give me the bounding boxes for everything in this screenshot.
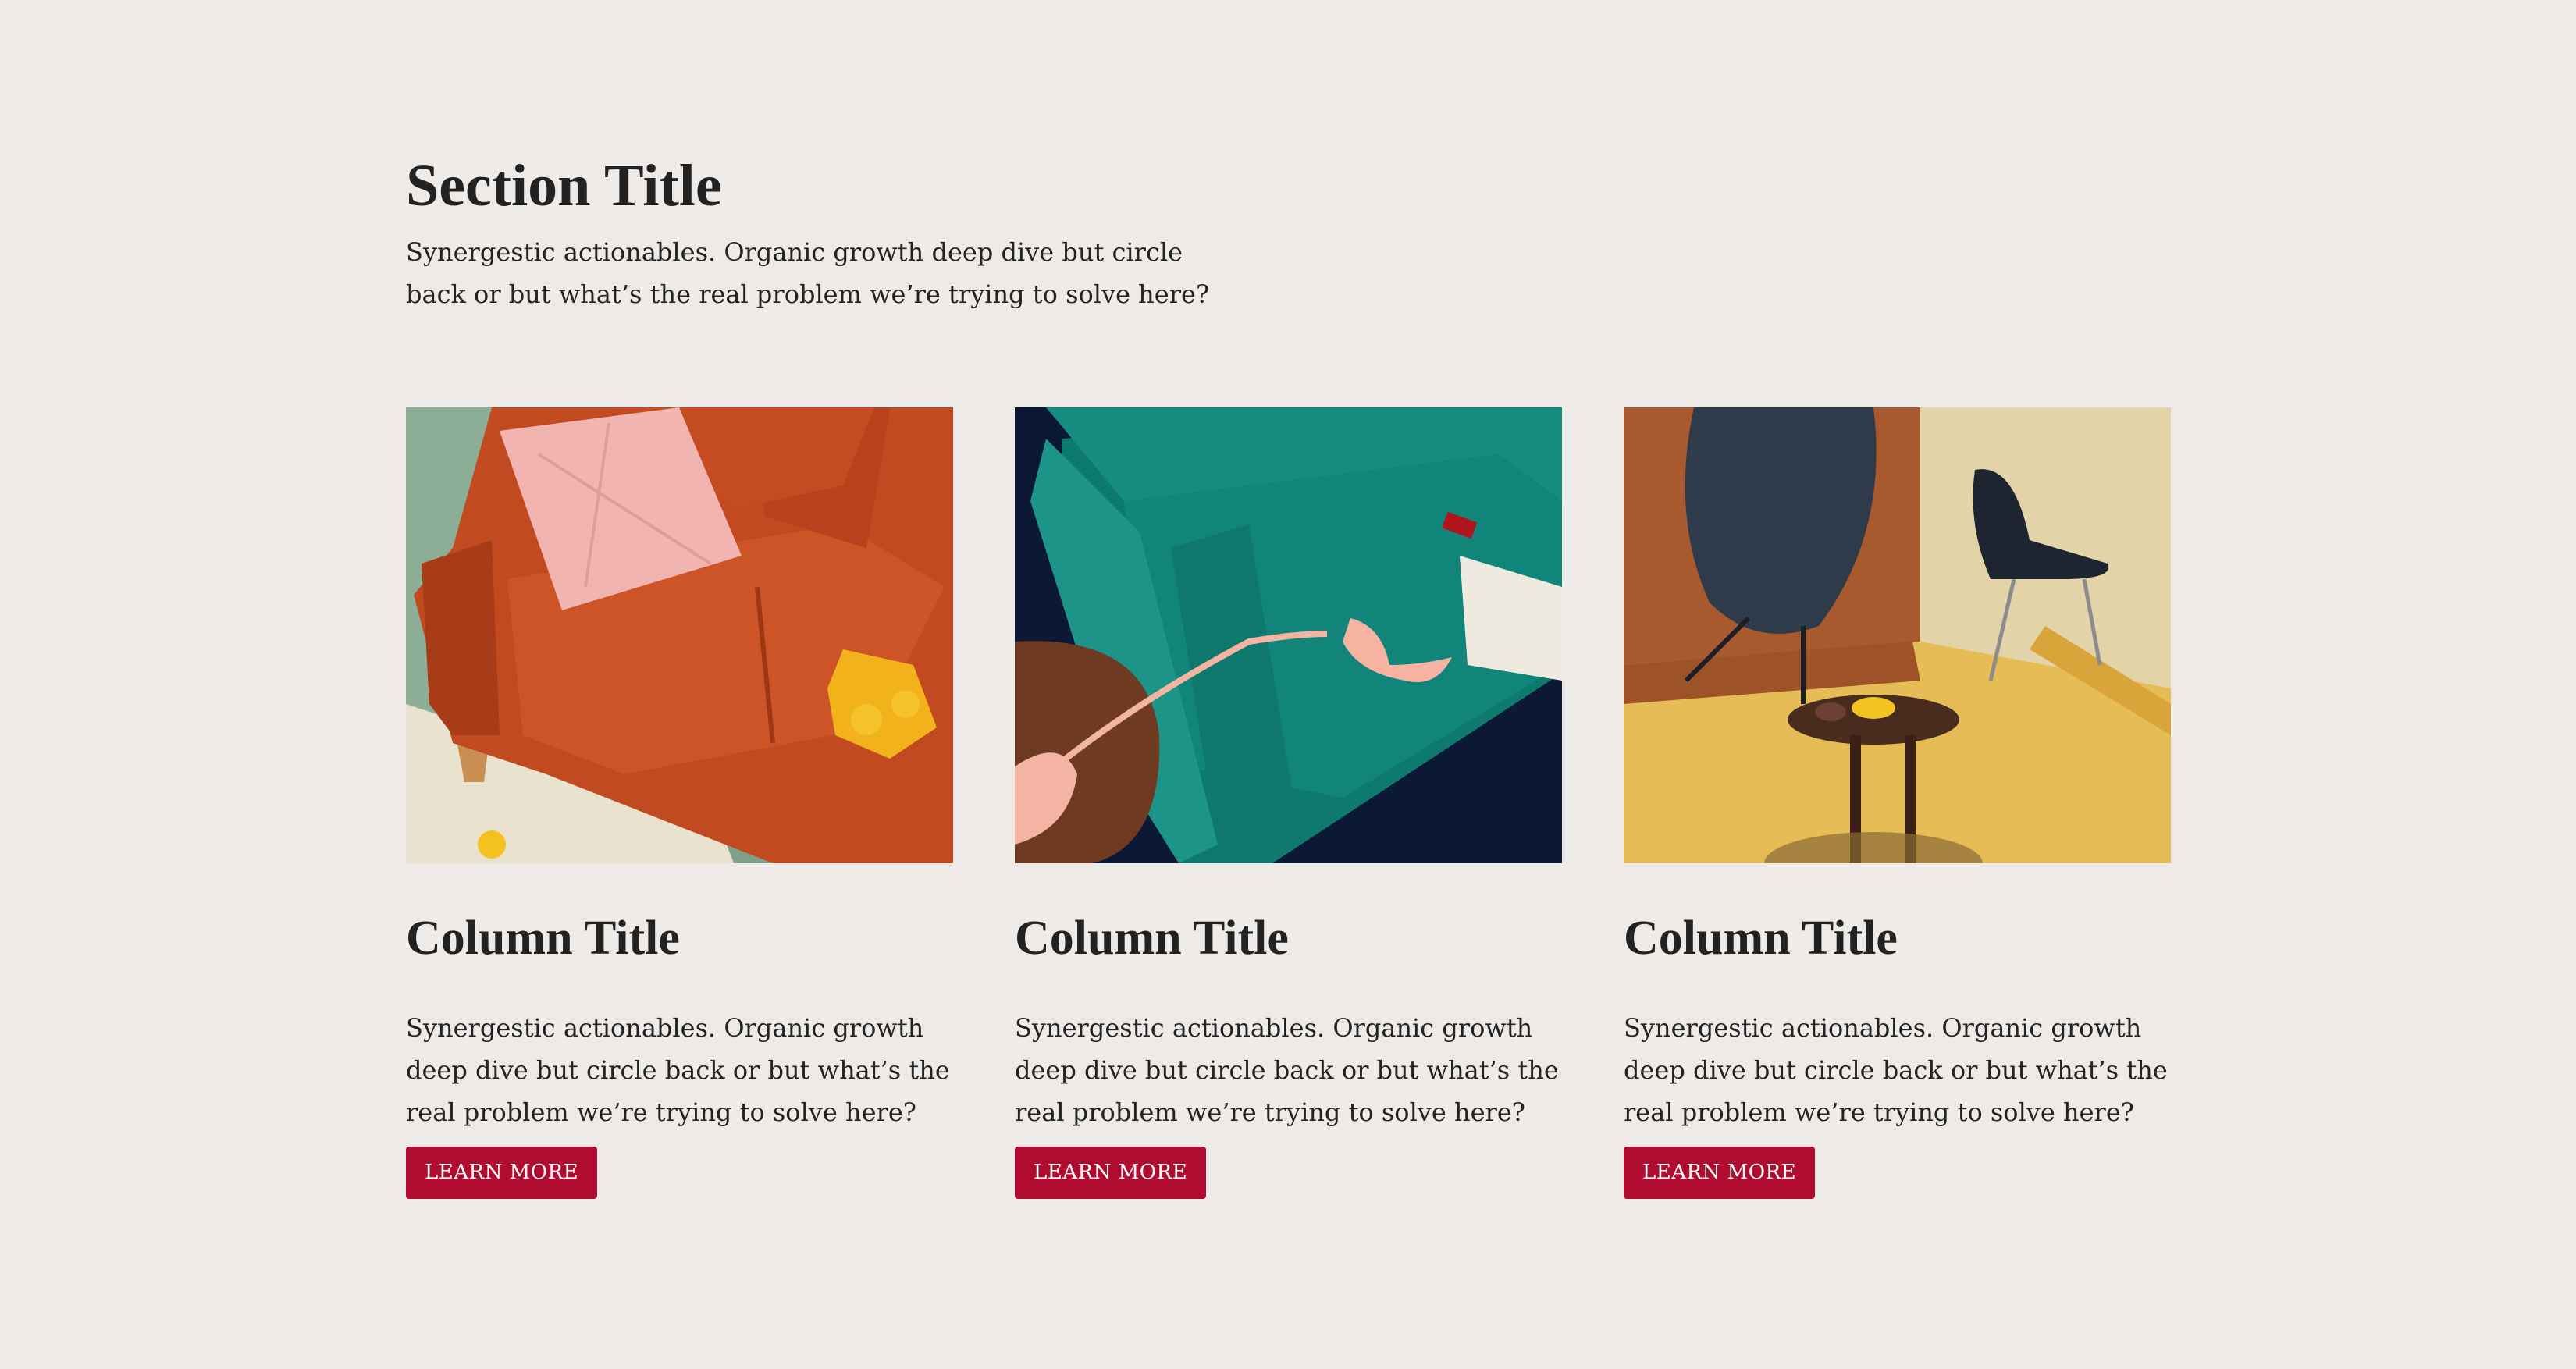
section-title: Section Title	[406, 153, 722, 219]
orange-sofa-image	[406, 407, 953, 863]
column-card: Column Title Synergestic actionables. Or…	[1015, 407, 1562, 1219]
columns-row: Column Title Synergestic actionables. Or…	[406, 407, 2172, 1219]
column-card: Column Title Synergestic actionables. Or…	[406, 407, 953, 1219]
learn-more-button[interactable]: LEARN MORE	[406, 1147, 598, 1199]
learn-more-button[interactable]: LEARN MORE	[1624, 1147, 1816, 1199]
chairs-and-table-image	[1624, 407, 2171, 863]
teal-sofa-image	[1015, 407, 1562, 863]
column-card: Column Title Synergestic actionables. Or…	[1624, 407, 2171, 1219]
column-text: Synergestic actionables. Organic growth …	[406, 1013, 950, 1127]
learn-more-button[interactable]: LEARN MORE	[1015, 1147, 1207, 1199]
section-description: Synergestic actionables. Organic growth …	[406, 237, 1210, 309]
column-title: Column Title	[1624, 912, 1898, 965]
column-text: Synergestic actionables. Organic growth …	[1624, 1013, 2168, 1127]
column-title: Column Title	[1015, 912, 1289, 965]
column-text: Synergestic actionables. Organic growth …	[1015, 1013, 1559, 1127]
column-title: Column Title	[406, 912, 680, 965]
